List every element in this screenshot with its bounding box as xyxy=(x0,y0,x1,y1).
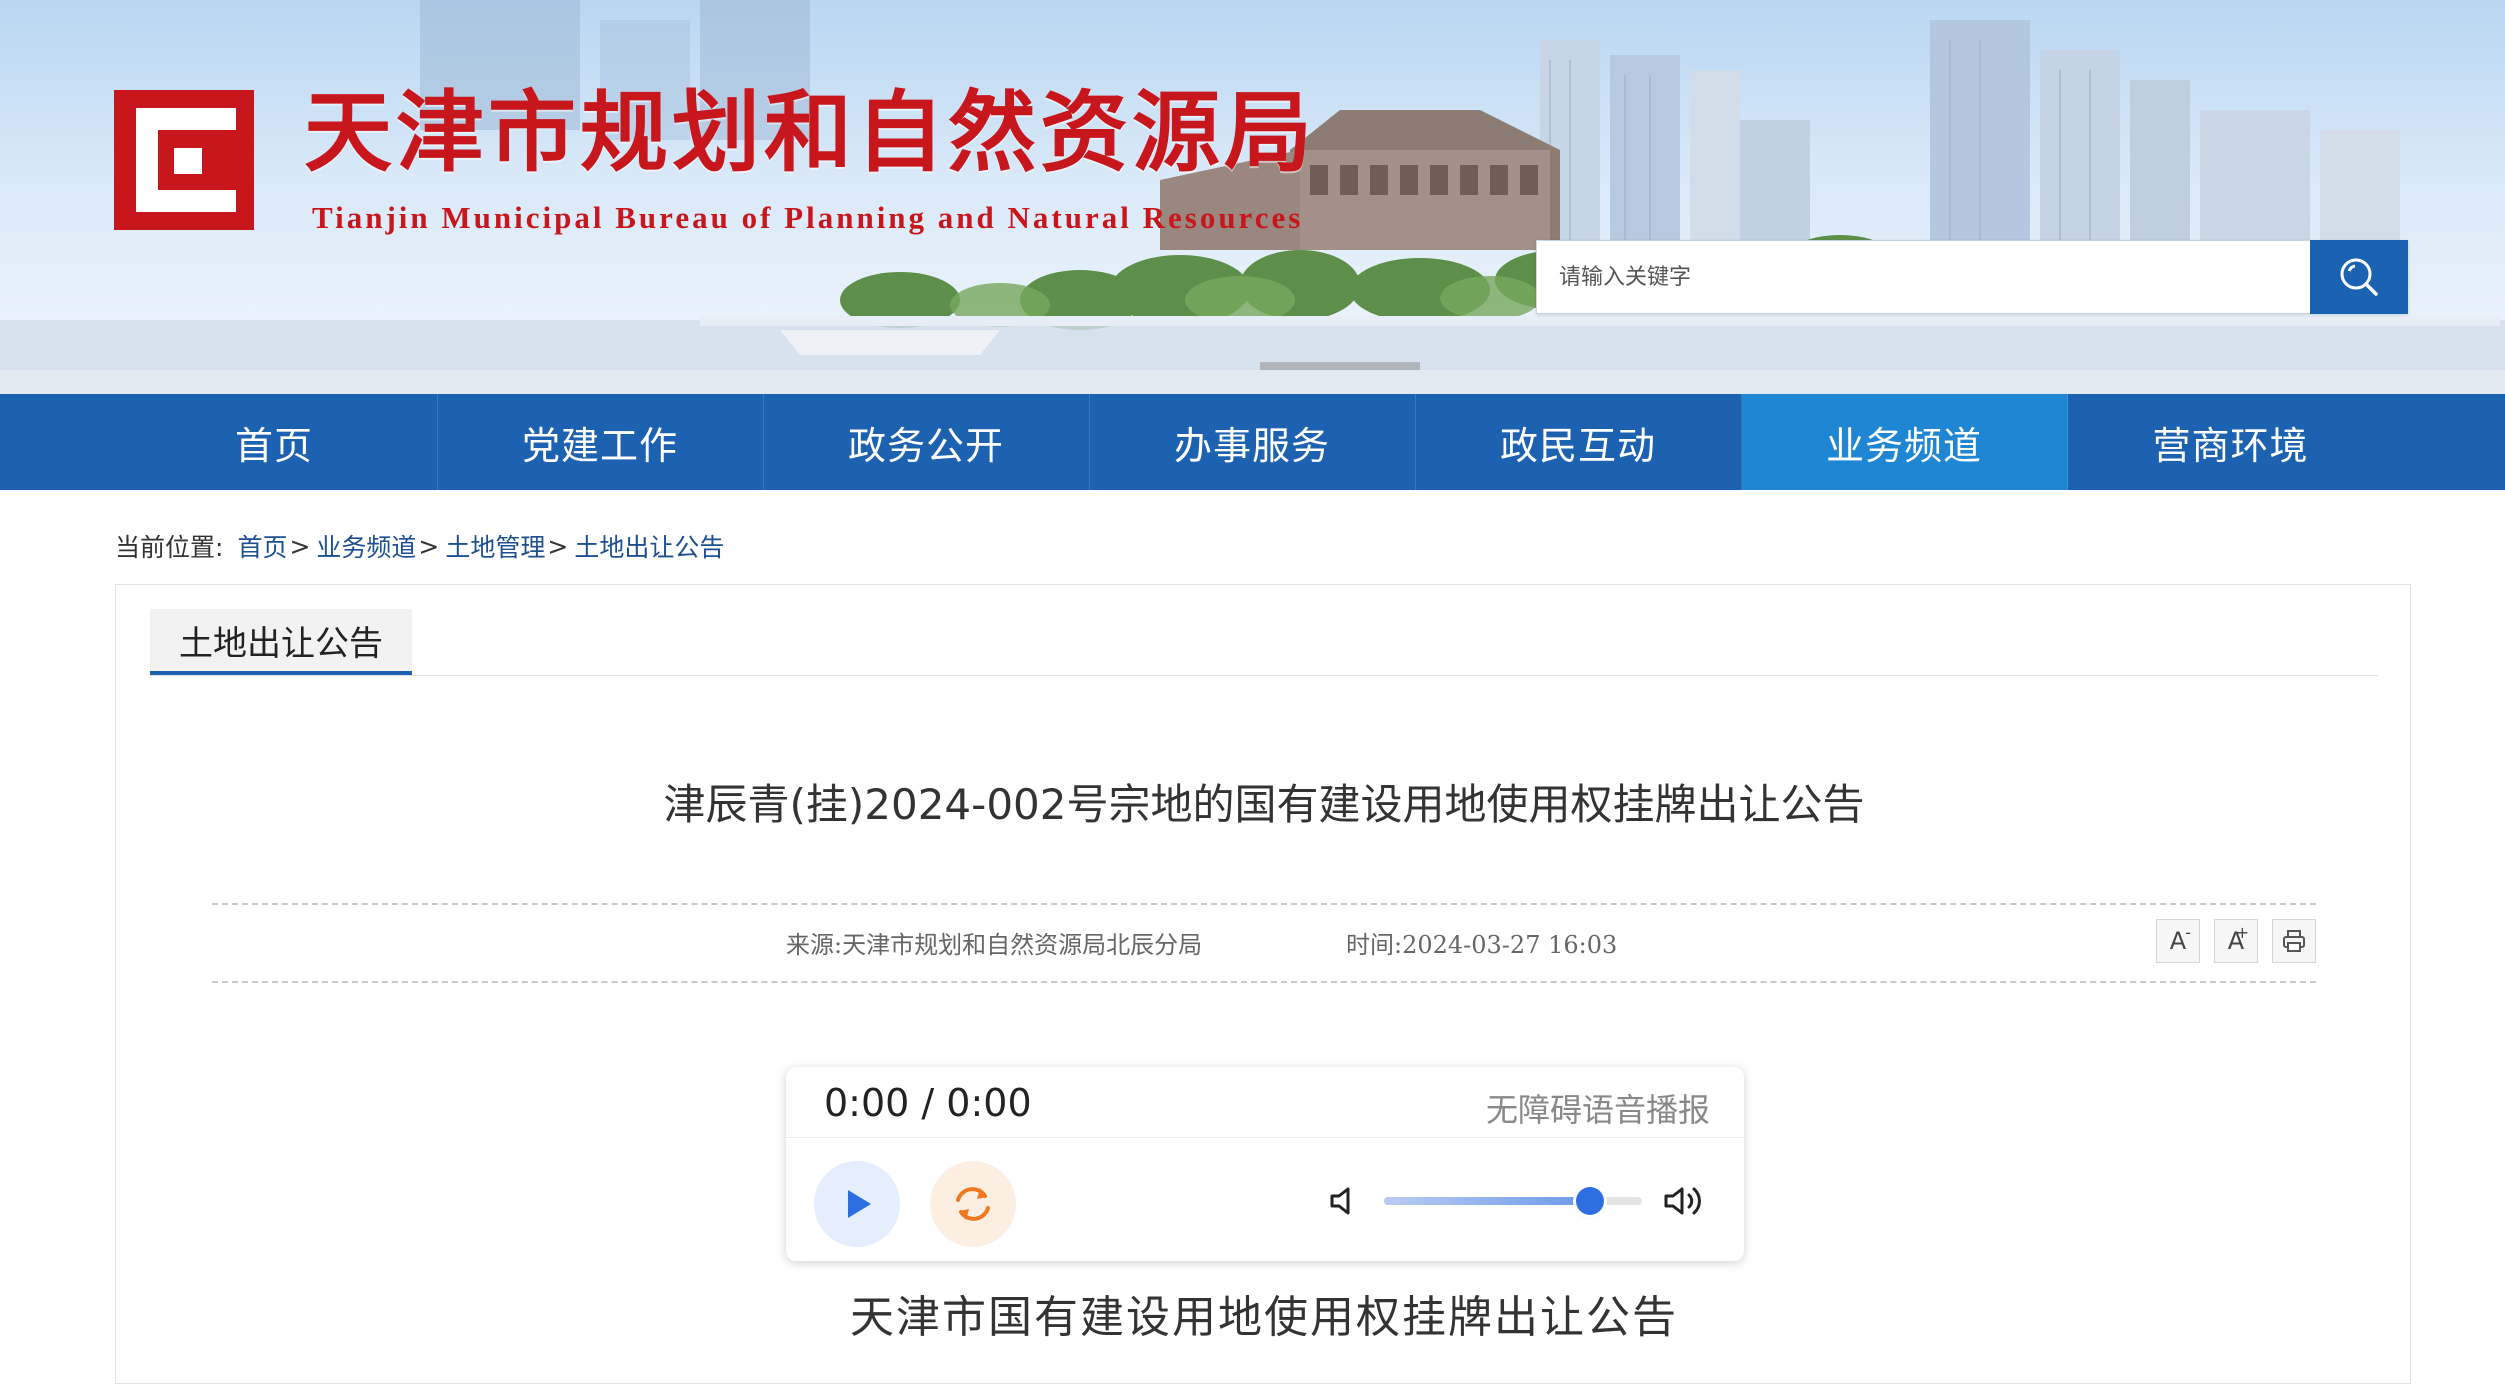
tab-land-transfer-notice[interactable]: 土地出让公告 xyxy=(150,609,412,675)
nav-item-party-building[interactable]: 党建工作 xyxy=(438,394,764,490)
breadcrumb: 当前位置: 首页 > 业务频道 > 土地管理 > 土地出让公告 xyxy=(115,528,724,564)
site-title: 天津市规划和自然资源局 xyxy=(304,80,1317,184)
nav-item-services[interactable]: 办事服务 xyxy=(1090,394,1416,490)
search-button[interactable] xyxy=(2310,240,2408,314)
nav-item-home[interactable]: 首页 xyxy=(112,394,438,490)
font-smaller-icon: A xyxy=(2169,927,2187,955)
audio-player: 0:00 / 0:00 无障碍语音播报 xyxy=(786,1067,1744,1261)
font-smaller-button[interactable]: A - xyxy=(2156,919,2200,963)
site-subtitle: Tianjin Municipal Bureau of Planning and… xyxy=(312,200,1304,235)
search-icon xyxy=(2340,258,2378,296)
article-meta-bar: 来源:天津市规划和自然资源局北辰分局 时间:2024-03-27 16:03 A… xyxy=(212,903,2316,983)
print-icon xyxy=(2283,930,2305,952)
search-box xyxy=(1536,240,2408,314)
breadcrumb-separator: > xyxy=(547,531,569,561)
site-header: 天津市规划和自然资源局 Tianjin Municipal Bureau of … xyxy=(0,0,2505,394)
main-nav: 首页 党建工作 政务公开 办事服务 政民互动 业务频道 营商环境 xyxy=(0,394,2505,490)
volume-knob[interactable] xyxy=(1576,1187,1605,1215)
volume-fill xyxy=(1384,1197,1591,1205)
article-source: 来源:天津市规划和自然资源局北辰分局 xyxy=(786,931,1203,959)
breadcrumb-link-land-management[interactable]: 土地管理 xyxy=(445,528,545,564)
article-tools: A - A + xyxy=(2156,919,2316,963)
nav-item-business-channel[interactable]: 业务频道 xyxy=(1741,394,2068,490)
nav-item-government-affairs[interactable]: 政务公开 xyxy=(764,394,1090,490)
article-time: 时间:2024-03-27 16:03 xyxy=(1346,931,1618,959)
breadcrumb-separator: > xyxy=(289,531,311,561)
breadcrumb-link-business-channel[interactable]: 业务频道 xyxy=(316,528,416,564)
bureau-logo-icon xyxy=(114,90,254,230)
search-input[interactable] xyxy=(1536,240,2310,314)
volume-high-icon[interactable] xyxy=(1662,1181,1710,1221)
breadcrumb-separator: > xyxy=(418,531,440,561)
volume-slider[interactable] xyxy=(1384,1187,1642,1215)
audio-time: 0:00 / 0:00 xyxy=(824,1081,1032,1125)
content-panel: 土地出让公告 津辰青(挂)2024-002号宗地的国有建设用地使用权挂牌出让公告… xyxy=(115,584,2411,1384)
breadcrumb-link-home[interactable]: 首页 xyxy=(237,528,287,564)
font-smaller-mark: - xyxy=(2185,923,2191,942)
article-title: 津辰青(挂)2024-002号宗地的国有建设用地使用权挂牌出让公告 xyxy=(663,780,1865,829)
replay-button[interactable] xyxy=(930,1161,1016,1247)
replay-icon xyxy=(956,1187,990,1221)
document-heading: 天津市国有建设用地使用权挂牌出让公告 xyxy=(850,1292,1678,1343)
font-larger-mark: + xyxy=(2235,923,2249,942)
audio-player-header: 0:00 / 0:00 无障碍语音播报 xyxy=(786,1067,1744,1138)
font-larger-button[interactable]: A + xyxy=(2214,919,2258,963)
play-icon xyxy=(848,1190,871,1218)
volume-low-icon[interactable] xyxy=(1324,1181,1364,1221)
nav-item-interaction[interactable]: 政民互动 xyxy=(1416,394,1742,490)
city-skyline-banner xyxy=(0,0,2505,394)
nav-item-business-environment[interactable]: 营商环境 xyxy=(2068,394,2394,490)
print-button[interactable] xyxy=(2272,919,2316,963)
play-button[interactable] xyxy=(814,1161,900,1247)
audio-player-label: 无障碍语音播报 xyxy=(1485,1091,1710,1129)
breadcrumb-link-land-transfer[interactable]: 土地出让公告 xyxy=(574,528,724,564)
breadcrumb-prefix: 当前位置: xyxy=(115,533,224,562)
section-tab-bar: 土地出让公告 xyxy=(150,609,2378,676)
